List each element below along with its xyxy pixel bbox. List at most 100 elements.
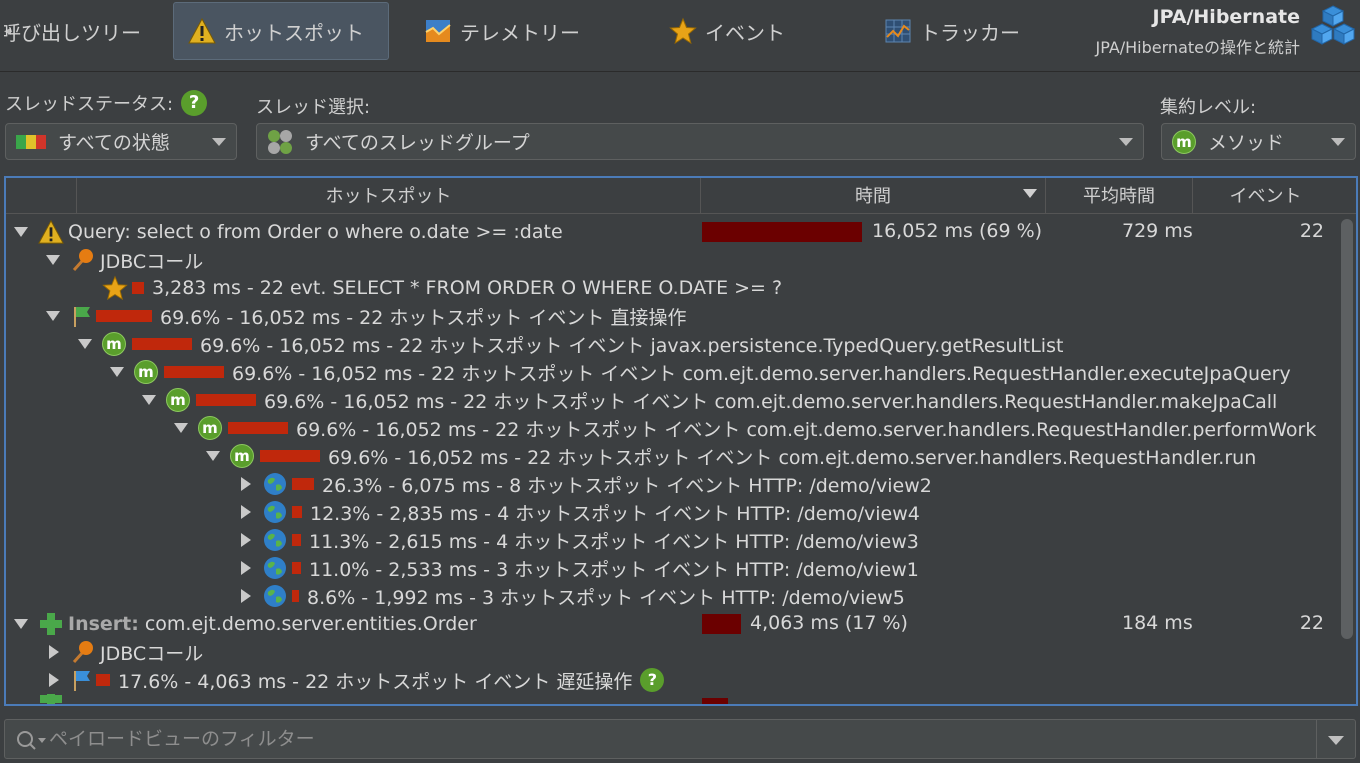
- search-icon[interactable]: [15, 729, 47, 751]
- view-title-main: JPA/Hibernate: [1152, 6, 1300, 28]
- telemetry-icon: [425, 20, 451, 42]
- expand-icon[interactable]: [238, 505, 252, 519]
- thread-status-colors-icon: [16, 134, 46, 149]
- hotspot-label: 69.6% - 16,052 ms - 22 ホットスポット イベント com.…: [296, 418, 1317, 441]
- plus-icon: [40, 613, 62, 635]
- collapse-icon[interactable]: [110, 365, 124, 379]
- chevron-down-icon: [212, 138, 226, 146]
- help-icon[interactable]: ?: [181, 90, 208, 116]
- table-row[interactable]: m 69.6% - 16,052 ms - 22 ホットスポット イベント ja…: [6, 330, 1340, 358]
- column-header-events[interactable]: イベント: [1192, 178, 1338, 214]
- expand-icon[interactable]: [46, 673, 60, 687]
- tab-call-tree[interactable]: ◂ 呼び出しツリー: [4, 2, 164, 60]
- table-row[interactable]: 8.6% - 1,992 ms - 3 ホットスポット イベント HTTP: /…: [6, 582, 1340, 610]
- collapse-icon[interactable]: [46, 309, 60, 323]
- percent-bar: [292, 534, 301, 546]
- percent-bar: [260, 450, 320, 462]
- collapse-icon[interactable]: [46, 253, 60, 267]
- table-row[interactable]: m 69.6% - 16,052 ms - 22 ホットスポット イベント co…: [6, 358, 1340, 386]
- table-row[interactable]: 11.3% - 2,615 ms - 4 ホットスポット イベント HTTP: …: [6, 526, 1340, 554]
- tracker-icon: [885, 19, 911, 43]
- cubes-icon: [1310, 5, 1356, 45]
- chevron-down-icon[interactable]: [1328, 736, 1344, 745]
- collapse-icon[interactable]: [206, 449, 220, 463]
- tab-label: 呼び出しツリー: [4, 20, 142, 45]
- tab-label: イベント: [705, 20, 785, 45]
- payload-filter-field[interactable]: [4, 719, 1356, 759]
- time-bar: [702, 222, 862, 242]
- thread-group-icon: [268, 129, 292, 154]
- column-header-time[interactable]: 時間: [700, 178, 1045, 214]
- thread-group-value: すべてのスレッドグループ: [305, 132, 530, 154]
- event-count: 22: [1299, 612, 1324, 634]
- collapse-icon[interactable]: [142, 393, 156, 407]
- table-row[interactable]: 3,283 ms - 22 evt. SELECT * FROM ORDER O…: [6, 274, 1340, 302]
- thread-status-label-group: スレッドステータス: ?: [5, 90, 208, 116]
- plus-icon: [40, 694, 62, 704]
- toolbar: ◂ 呼び出しツリー ホットスポット テレメトリー イベント トラッカー JPA/…: [0, 0, 1360, 72]
- table-row[interactable]: JDBCコール: [6, 246, 1340, 274]
- tab-telemetry[interactable]: テレメトリー: [424, 2, 580, 60]
- table-row[interactable]: m 69.6% - 16,052 ms - 22 ホットスポット イベント co…: [6, 442, 1340, 470]
- table-row[interactable]: [6, 694, 1340, 704]
- filter-divider: [1316, 720, 1317, 758]
- hotspot-label: 69.6% - 16,052 ms - 22 ホットスポット イベント com.…: [264, 390, 1278, 413]
- table-row[interactable]: JDBCコール: [6, 638, 1340, 666]
- avg-time-value: 184 ms: [1122, 612, 1193, 634]
- percent-bar: [96, 310, 152, 322]
- expand-icon[interactable]: [238, 561, 252, 575]
- hotspot-label: 12.3% - 2,835 ms - 4 ホットスポット イベント HTTP: …: [310, 502, 920, 525]
- percent-bar: [292, 590, 299, 602]
- time-bar: [702, 614, 741, 634]
- table-row[interactable]: 11.0% - 2,533 ms - 3 ホットスポット イベント HTTP: …: [6, 554, 1340, 582]
- hotspot-label: 26.3% - 6,075 ms - 8 ホットスポット イベント HTTP: …: [322, 474, 932, 497]
- hotspot-label: 69.6% - 16,052 ms - 22 ホットスポット イベント com.…: [232, 362, 1291, 385]
- tab-tracker[interactable]: トラッカー: [884, 2, 1020, 60]
- expand-icon[interactable]: [238, 589, 252, 603]
- time-value: 16,052 ms (69 %): [872, 220, 1043, 242]
- tab-label: テレメトリー: [460, 20, 580, 45]
- aggregation-label: 集約レベル:: [1160, 97, 1257, 118]
- table-row[interactable]: m 69.6% - 16,052 ms - 22 ホットスポット イベント co…: [6, 414, 1340, 442]
- thread-status-select[interactable]: すべての状態: [5, 123, 237, 160]
- collapse-icon[interactable]: [14, 225, 28, 239]
- collapse-icon[interactable]: [14, 617, 28, 631]
- globe-icon: [264, 473, 286, 495]
- column-header-avg-time[interactable]: 平均時間: [1045, 178, 1192, 214]
- expand-icon[interactable]: [46, 645, 60, 659]
- percent-bar: [132, 282, 144, 294]
- tab-hotspots[interactable]: ホットスポット: [173, 2, 389, 60]
- direct-operation-flag-icon: [74, 307, 90, 327]
- time-bar: [702, 698, 728, 704]
- thread-select-label: スレッド選択:: [256, 97, 371, 118]
- globe-icon: [264, 557, 286, 579]
- collapse-icon[interactable]: [174, 421, 188, 435]
- chevron-down-icon: [1119, 138, 1133, 146]
- chevron-down-icon: [1331, 138, 1345, 146]
- vertical-scrollbar[interactable]: [1338, 215, 1356, 704]
- method-icon: m: [230, 444, 254, 468]
- help-icon[interactable]: ?: [640, 668, 665, 692]
- expand-icon[interactable]: [238, 477, 252, 491]
- payload-filter-input[interactable]: [49, 724, 1289, 754]
- expand-icon[interactable]: [238, 533, 252, 547]
- jdbc-icon: [72, 641, 93, 664]
- table-row[interactable]: 17.6% - 4,063 ms - 22 ホットスポット イベント 遅延操作 …: [6, 666, 1340, 694]
- column-header-hotspot[interactable]: ホットスポット: [76, 178, 700, 214]
- percent-bar: [292, 506, 302, 518]
- tab-label: トラッカー: [920, 20, 1020, 45]
- star-icon: [669, 17, 697, 45]
- aggregation-select[interactable]: m メソッド: [1161, 123, 1356, 160]
- table-row[interactable]: 26.3% - 6,075 ms - 8 ホットスポット イベント HTTP: …: [6, 470, 1340, 498]
- column-header-time-label: 時間: [855, 186, 891, 207]
- hotspot-label: 8.6% - 1,992 ms - 3 ホットスポット イベント HTTP: /…: [307, 586, 905, 609]
- table-row[interactable]: m 69.6% - 16,052 ms - 22 ホットスポット イベント co…: [6, 386, 1340, 414]
- table-row[interactable]: 69.6% - 16,052 ms - 22 ホットスポット イベント 直接操作: [6, 302, 1340, 330]
- thread-group-select[interactable]: すべてのスレッドグループ: [256, 123, 1144, 160]
- tab-events[interactable]: イベント: [669, 2, 785, 60]
- table-header: ホットスポット 時間 平均時間 イベント: [6, 178, 1356, 214]
- table-row[interactable]: 12.3% - 2,835 ms - 4 ホットスポット イベント HTTP: …: [6, 498, 1340, 526]
- view-subtitle: JPA/Hibernateの操作と統計: [1095, 38, 1300, 57]
- scrollbar-thumb[interactable]: [1341, 219, 1353, 639]
- collapse-icon[interactable]: [78, 337, 92, 351]
